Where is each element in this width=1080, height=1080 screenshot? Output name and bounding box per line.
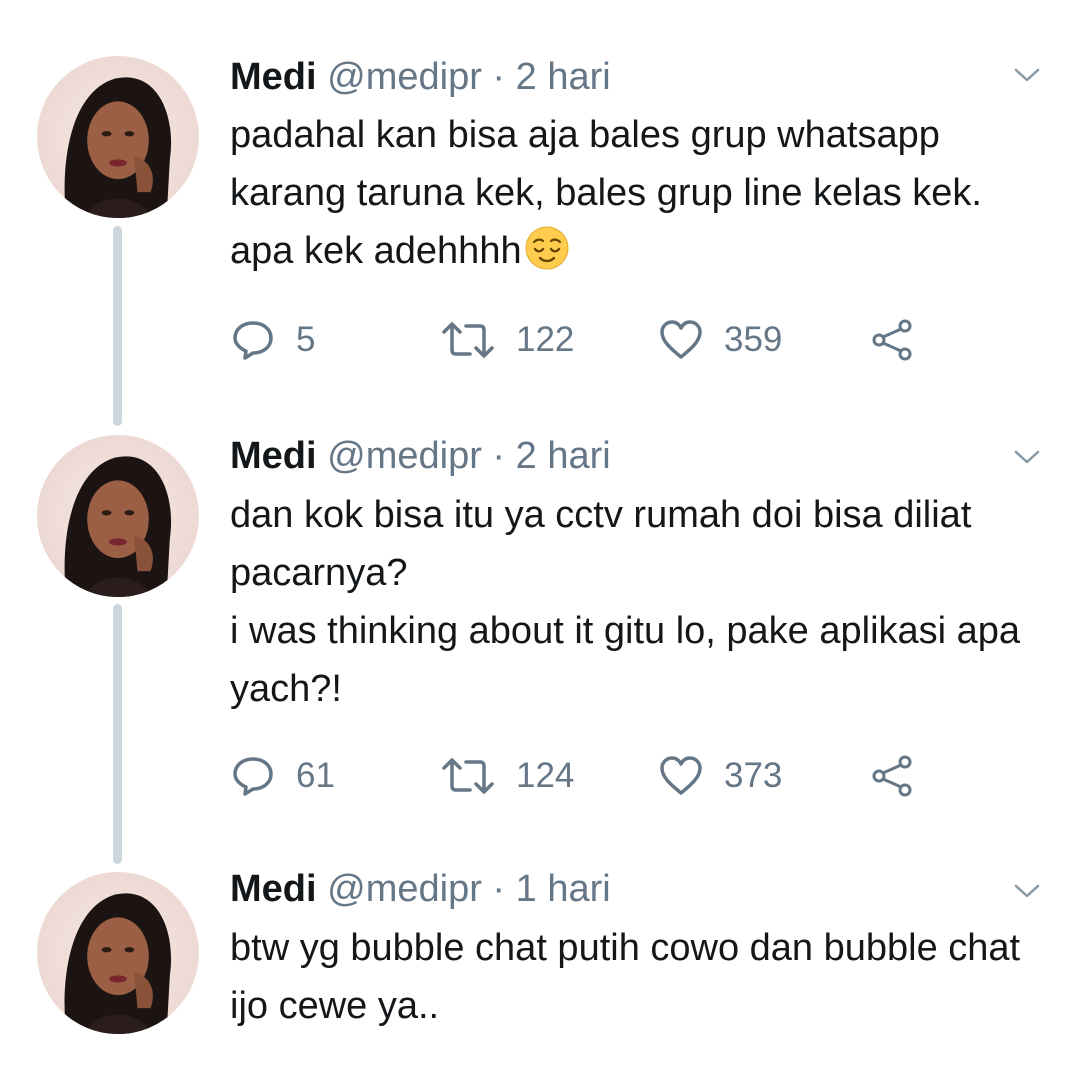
tweet-text-line: dan kok bisa itu ya cctv rumah doi bisa … xyxy=(230,494,972,594)
heart-icon xyxy=(660,320,702,359)
reply-icon xyxy=(233,321,273,360)
separator: · xyxy=(492,435,506,477)
tweet-text: padahal kan bisa aja bales grup whatsapp… xyxy=(230,106,1050,280)
like-count: 359 xyxy=(724,320,783,359)
username[interactable]: @medipr xyxy=(327,868,482,910)
share-button[interactable] xyxy=(870,317,916,363)
relieved-face-emoji xyxy=(525,226,569,270)
share-button[interactable] xyxy=(870,753,916,799)
reply-button[interactable]: 61 xyxy=(230,753,335,799)
timestamp[interactable]: 2 hari xyxy=(516,56,611,98)
tweet-text: dan kok bisa itu ya cctv rumah doi bisa … xyxy=(230,486,1050,718)
tweet-header: Medi @medipr · 1 hari xyxy=(230,867,611,911)
reply-count: 61 xyxy=(296,756,335,795)
avatar-image xyxy=(64,77,171,218)
avatar-image xyxy=(64,456,172,597)
like-button[interactable]: 359 xyxy=(658,317,782,363)
retweet-count: 124 xyxy=(516,756,575,795)
tweet[interactable]: Medi @medipr · 2 hari dan kok bisa itu y… xyxy=(0,420,1080,850)
tweet-text-line: i was thinking about it gitu lo, pake ap… xyxy=(230,610,1021,710)
share-icon xyxy=(872,755,912,797)
display-name[interactable]: Medi xyxy=(230,56,317,98)
tweet[interactable]: Medi @medipr · 1 hari btw yg bubble chat… xyxy=(0,850,1080,1080)
timestamp[interactable]: 2 hari xyxy=(516,435,611,477)
separator: · xyxy=(492,56,506,98)
reply-icon xyxy=(233,757,273,796)
username[interactable]: @medipr xyxy=(327,435,482,477)
avatar-image xyxy=(64,893,172,1034)
avatar[interactable] xyxy=(37,56,199,218)
chevron-down-icon[interactable] xyxy=(1012,442,1042,472)
tweet-text-line: padahal kan bisa aja bales grup whatsapp… xyxy=(230,114,982,272)
share-icon xyxy=(872,319,912,361)
retweet-count: 122 xyxy=(516,320,575,359)
retweet-button[interactable]: 122 xyxy=(440,317,574,363)
retweet-button[interactable]: 124 xyxy=(440,753,574,799)
avatar[interactable] xyxy=(37,435,199,597)
reply-count: 5 xyxy=(296,320,316,359)
username[interactable]: @medipr xyxy=(327,56,482,98)
display-name[interactable]: Medi xyxy=(230,435,317,477)
retweet-icon xyxy=(442,322,494,358)
timestamp[interactable]: 1 hari xyxy=(516,868,611,910)
like-button[interactable]: 373 xyxy=(658,753,782,799)
tweet-text-line: btw yg bubble chat putih cowo dan bubble… xyxy=(230,927,1021,1027)
display-name[interactable]: Medi xyxy=(230,868,317,910)
tweet-header: Medi @medipr · 2 hari xyxy=(230,55,611,99)
separator: · xyxy=(492,868,506,910)
chevron-down-icon[interactable] xyxy=(1012,60,1042,90)
retweet-icon xyxy=(442,758,494,794)
tweet[interactable]: Medi @medipr · 2 hari padahal kan bisa a… xyxy=(0,0,1080,420)
reply-button[interactable]: 5 xyxy=(230,317,315,363)
tweet-header: Medi @medipr · 2 hari xyxy=(230,434,611,478)
avatar[interactable] xyxy=(37,872,199,1034)
chevron-down-icon[interactable] xyxy=(1012,876,1042,906)
heart-icon xyxy=(660,756,702,795)
like-count: 373 xyxy=(724,756,783,795)
tweet-text: btw yg bubble chat putih cowo dan bubble… xyxy=(230,919,1050,1035)
